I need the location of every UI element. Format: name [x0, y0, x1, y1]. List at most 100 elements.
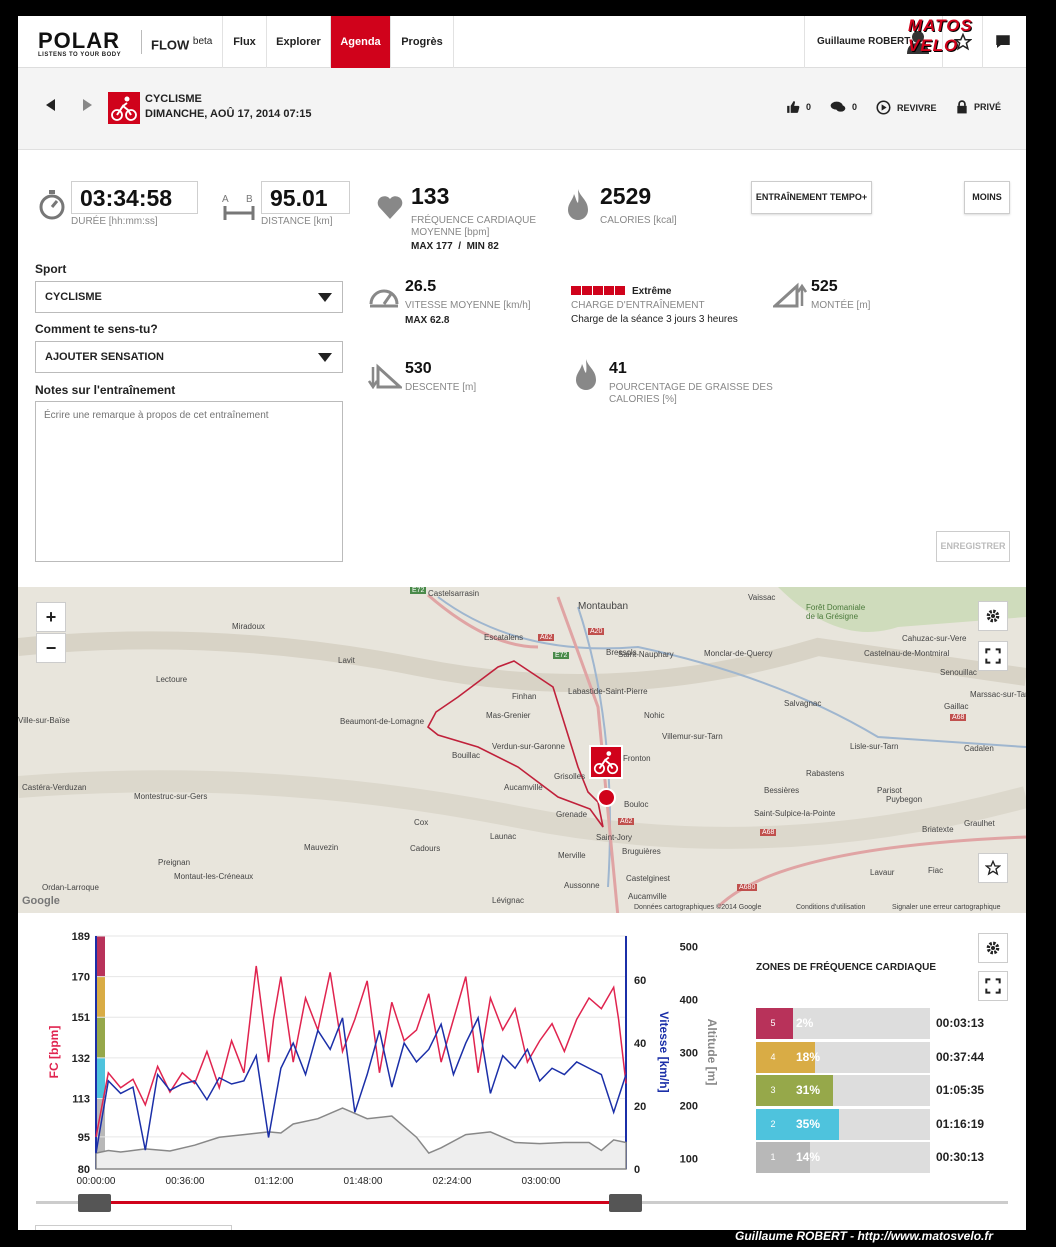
comment-count: 0	[852, 102, 858, 112]
map-terms-link[interactable]: Conditions d'utilisation	[796, 904, 865, 911]
y-left-axis-label: FC [bpm]	[47, 1026, 61, 1079]
y-left-tick-label: 80	[78, 1164, 90, 1176]
map-place: Salvagnac	[784, 699, 822, 708]
map-place: Aussonne	[564, 881, 600, 890]
map-place: Montauban	[578, 601, 629, 612]
nav-item-explorer[interactable]: Explorer	[266, 16, 330, 68]
hr-zone-strip	[96, 1017, 105, 1058]
feeling-select[interactable]: AJOUTER SENSATION	[35, 341, 343, 373]
route-position-marker[interactable]	[597, 788, 616, 807]
google-logo: Google	[22, 895, 60, 907]
map-place: Ordan-Larroque	[42, 883, 99, 892]
y-left-tick-label: 113	[72, 1093, 90, 1105]
session-sport: CYCLISME	[145, 93, 202, 105]
nav-item-flux[interactable]: Flux	[222, 16, 266, 68]
hr-zone-number: 5	[756, 1008, 790, 1039]
chart-fullscreen-icon[interactable]	[978, 971, 1008, 1001]
road-shield: A680	[737, 884, 758, 891]
bottom-panel-edge	[35, 1225, 232, 1230]
map-place: Lectoure	[156, 675, 188, 684]
notes-textarea[interactable]	[35, 401, 343, 562]
map-place: Saint-Jory	[596, 833, 633, 842]
workout-chart[interactable]: 80 95 113 132 151 170 189 0 20 40 60 100 200 300 400 50…	[18, 926, 738, 1230]
product-name: FLOW beta	[141, 30, 212, 54]
x-tick-label: 02:24:00	[433, 1176, 472, 1187]
y-speed-tick-label: 60	[634, 975, 646, 987]
app-window: POLAR LISTENS TO YOUR BODY FLOW beta Flu…	[18, 16, 1026, 1230]
speed-value: 26.5	[405, 278, 437, 295]
map-place: Aucamville	[628, 892, 667, 901]
map-place: Montestruc-sur-Gers	[134, 792, 208, 801]
timeline-start-handle[interactable]	[78, 1194, 111, 1212]
map-place: Bouillac	[452, 751, 481, 760]
road-shield: A62	[618, 818, 635, 825]
map-place: Mauvezin	[304, 843, 339, 852]
route-start-marker[interactable]	[589, 745, 623, 779]
route-map[interactable]: Castelsarrasin Montauban Vaissac Forêt D…	[18, 587, 1026, 913]
brand-tagline: LISTENS TO YOUR BODY	[38, 52, 122, 58]
map-star-icon[interactable]	[978, 853, 1008, 883]
timeline-selection	[95, 1201, 626, 1204]
cycling-icon	[593, 751, 619, 775]
map-place: Villemur-sur-Tarn	[662, 732, 723, 741]
less-button[interactable]: MOINS	[964, 181, 1010, 214]
zoom-in-button[interactable]: +	[36, 602, 66, 632]
x-tick-label: 01:12:00	[255, 1176, 294, 1187]
map-settings-gear-icon[interactable]	[978, 601, 1008, 631]
hr-zone-row: 5 2%	[756, 1008, 930, 1039]
map-place: Saint-Nauphary	[618, 650, 674, 659]
save-button[interactable]: ENREGISTRER	[936, 531, 1010, 562]
map-place: Beaumont-de-Lomagne	[340, 717, 425, 726]
y-altitude-tick-label: 100	[680, 1153, 698, 1165]
chart-settings-gear-icon[interactable]	[978, 933, 1008, 963]
zoom-out-button[interactable]: −	[36, 633, 66, 663]
distance-label: DISTANCE [km]	[261, 216, 333, 227]
privacy-button[interactable]: PRIVÉ	[956, 100, 1001, 114]
next-arrow-icon[interactable]	[82, 99, 92, 111]
distance-value: 95.01	[270, 185, 328, 211]
watermark-logo: MATOS VELO	[908, 16, 973, 55]
map-place: Lavaur	[870, 868, 895, 877]
map-place: Marssac-sur-Tarn	[970, 690, 1026, 699]
duration-label: DURÉE [hh:mm:ss]	[71, 216, 158, 227]
user-name: Guillaume ROBERT	[817, 36, 911, 47]
timeline-end-handle[interactable]	[609, 1194, 642, 1212]
hr-zone-time: 00:03:13	[936, 1016, 985, 1030]
flame-icon	[568, 189, 588, 220]
previous-arrow-icon[interactable]	[46, 99, 56, 111]
cycling-icon	[108, 92, 140, 124]
y-left-tick-label: 132	[72, 1053, 90, 1065]
nav-item-agenda[interactable]: Agenda	[330, 16, 390, 68]
zones-title: ZONES DE FRÉQUENCE CARDIAQUE	[756, 962, 937, 973]
map-place: Castelnau-de-Montmiral	[864, 649, 950, 658]
map-place: Lévignac	[492, 896, 525, 905]
sport-select[interactable]: CYCLISME	[35, 281, 343, 313]
like-button[interactable]: 0	[786, 100, 811, 114]
map-fullscreen-icon[interactable]	[978, 641, 1008, 671]
map-place: Castelsarrasin	[428, 589, 480, 598]
map-place: Vaissac	[748, 593, 776, 602]
map-report-link[interactable]: Signaler une erreur cartographique	[892, 904, 1001, 911]
map-place: Fronton	[623, 754, 651, 763]
play-icon	[876, 100, 891, 115]
like-count: 0	[806, 102, 812, 112]
x-tick-label: 00:00:00	[77, 1176, 116, 1187]
map-place: Forêt Domaniale de la Grésigne	[806, 603, 866, 621]
y-speed-tick-label: 40	[634, 1038, 646, 1050]
map-place: Lavit	[338, 656, 355, 665]
relive-button[interactable]: REVIVRE	[876, 100, 937, 115]
polar-logo[interactable]: POLAR LISTENS TO YOUR BODY	[38, 28, 121, 58]
map-place: Launac	[490, 832, 517, 841]
map-place: Mas-Grenier	[486, 711, 531, 720]
road-shield: A20	[588, 628, 605, 635]
hr-zone-strip	[96, 1057, 105, 1099]
heart-rate-minmax: MAX 177 / MIN 82	[411, 241, 499, 252]
stopwatch-icon	[39, 190, 65, 220]
map-place: Bruguières	[622, 847, 661, 856]
comment-button[interactable]: 0	[830, 100, 857, 114]
map-place: Senouillac	[940, 668, 977, 677]
top-navigation: POLAR LISTENS TO YOUR BODY FLOW beta Flu…	[18, 16, 1026, 68]
descent-value: 530	[405, 360, 432, 377]
tempo-training-button[interactable]: ENTRAÎNEMENT TEMPO+	[751, 181, 872, 214]
nav-item-progres[interactable]: Progrès	[390, 16, 454, 68]
